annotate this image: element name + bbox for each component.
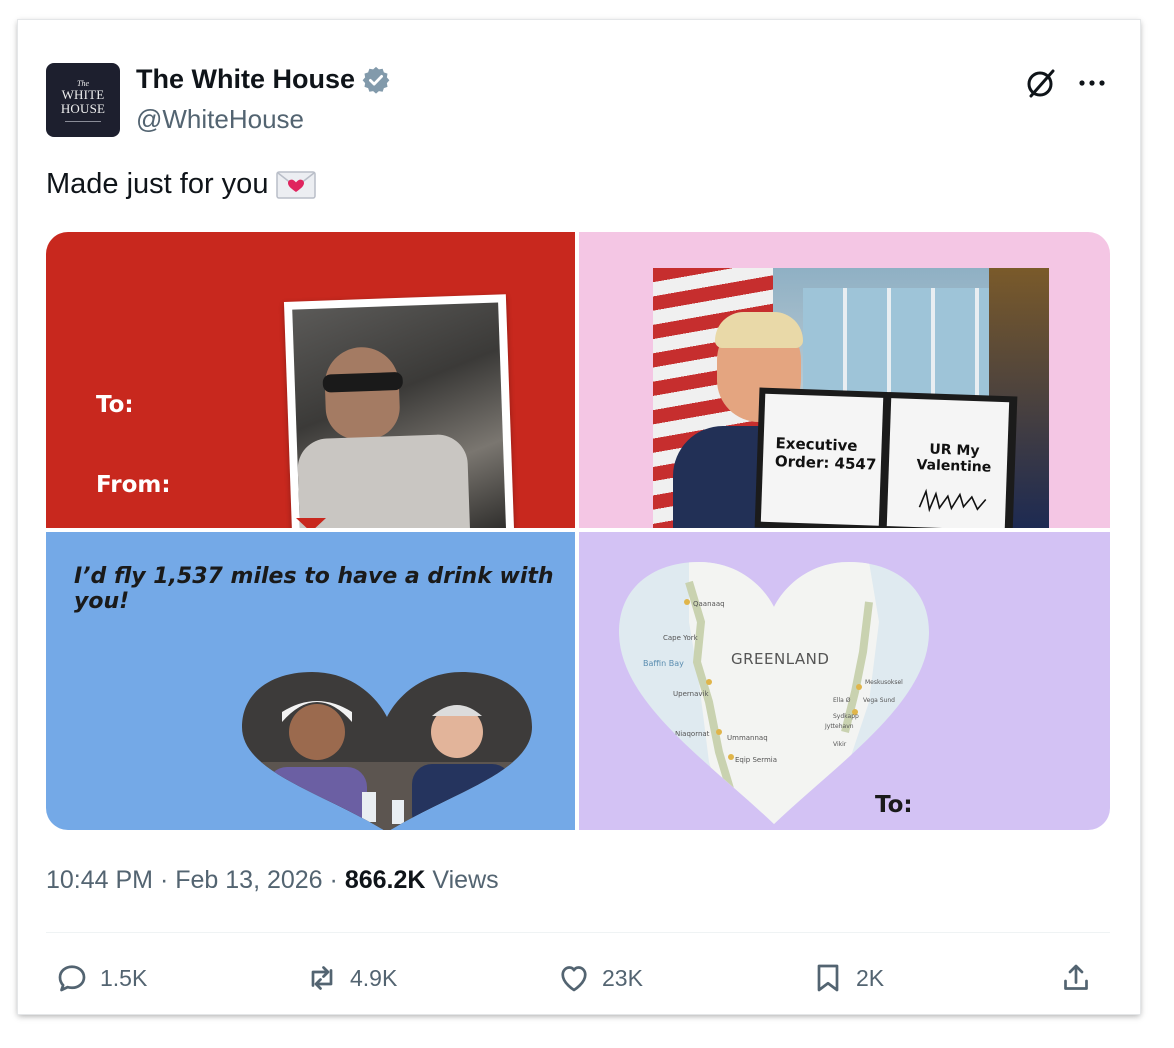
map-place-niaqornat: Niaqornat — [675, 730, 710, 738]
avatar-line-3: HOUSE — [60, 100, 106, 116]
author-name-row[interactable]: The White House — [136, 64, 391, 95]
reply-button[interactable]: 1.5K — [54, 960, 147, 996]
card1-photo-head — [323, 346, 401, 441]
card2-window — [803, 288, 1003, 398]
map-place-eqip-sermia: Eqip Sermia — [735, 756, 777, 764]
like-button[interactable]: 23K — [556, 960, 643, 996]
tweet-text-row: Made just for you — [46, 168, 317, 201]
card3-heart-photo — [242, 672, 532, 830]
map-place-qaanaaq: Qaanaaq — [693, 600, 725, 608]
avatar-line-2: WHITE — [61, 86, 105, 102]
card1-to-label: To: — [96, 392, 134, 418]
repost-button[interactable]: 4.9K — [304, 960, 397, 996]
card1-photo-goggles — [322, 371, 404, 393]
card1-photo-jacket — [296, 433, 471, 528]
card2-executive-order-text: Executive Order: 4547 — [774, 434, 877, 474]
valentine-card-4[interactable]: Baffin Bay Qaanaaq Cape York Upernavik N… — [579, 532, 1110, 830]
map-title: GREENLAND — [731, 650, 829, 668]
author-avatar[interactable]: The WHITE HOUSE — [46, 63, 120, 137]
card1-photo — [292, 302, 507, 528]
like-count: 23K — [602, 964, 643, 991]
card2-signature — [918, 488, 987, 513]
valentine-card-3[interactable]: I’d fly 1,537 miles to have a drink with… — [46, 532, 575, 830]
card2-page-left: Executive Order: 4547 — [760, 393, 884, 526]
bookmark-count: 2K — [856, 964, 885, 991]
card2-photo: Executive Order: 4547 UR My Valentine — [653, 268, 1049, 528]
map-place-ummannaq: Ummannaq — [727, 734, 768, 742]
share-icon — [1064, 964, 1088, 990]
valentine-card-2[interactable]: Executive Order: 4547 UR My Valentine — [579, 232, 1110, 528]
repost-count: 4.9K — [350, 964, 398, 991]
more-icon[interactable] — [1074, 66, 1110, 100]
tweet-text: Made just for you — [46, 168, 269, 200]
card2-folder: Executive Order: 4547 UR My Valentine — [754, 387, 1018, 528]
like-icon — [561, 966, 587, 992]
tweet-date[interactable]: Feb 13, 2026 — [175, 866, 322, 894]
map-place-cape-york: Cape York — [663, 634, 699, 642]
map-place-jyttehavn: Jyttehavn — [824, 723, 854, 730]
views-count: 866.2K — [344, 866, 426, 894]
card1-photo-frame — [283, 294, 515, 528]
action-divider — [46, 932, 1110, 933]
grok-icon[interactable] — [1024, 66, 1058, 100]
avatar-rule — [65, 120, 101, 122]
author-name[interactable]: The White House — [136, 64, 355, 95]
bookmark-button[interactable]: 2K — [810, 960, 884, 996]
valentine-card-1[interactable]: To: From: — [46, 232, 575, 528]
map-place-vikir: Vikir — [833, 741, 847, 748]
map-place-upernavik: Upernavik — [673, 690, 709, 698]
media-grid[interactable]: To: From: Executive Order: 4547 UR My Va… — [46, 232, 1110, 830]
card4-heart-map: Baffin Bay Qaanaaq Cape York Upernavik N… — [619, 562, 929, 824]
reply-count: 1.5K — [100, 964, 148, 991]
card2-valentine-text: UR My Valentine — [916, 441, 992, 476]
views-label: Views — [432, 866, 499, 894]
map-place-meskusoksel: Meskusoksel — [865, 679, 903, 686]
card2-page-right: UR My Valentine — [886, 398, 1010, 528]
card4-to-label: To: — [875, 792, 913, 818]
map-place-vega-sund: Vega Sund — [863, 697, 895, 704]
bookmark-icon — [817, 964, 839, 992]
love-letter-icon — [276, 170, 317, 199]
map-place-sydkapp: Sydkapp — [833, 713, 859, 720]
card1-heart-pointer — [296, 518, 326, 528]
repost-icon — [311, 966, 333, 990]
share-button[interactable] — [1058, 960, 1094, 996]
tweet-time[interactable]: 10:44 PM — [46, 866, 153, 894]
card3-headline: I’d fly 1,537 miles to have a drink with… — [74, 564, 554, 614]
card1-from-label: From: — [96, 472, 171, 498]
tweet-meta: 10:44 PM · Feb 13, 2026 · 866.2K Views — [46, 866, 499, 895]
verified-badge-icon — [362, 66, 390, 94]
tweet-card: The WHITE HOUSE The White House @WhiteHo… — [18, 20, 1140, 1014]
map-bay-label: Baffin Bay — [643, 659, 684, 668]
card2-person-hair — [715, 312, 803, 348]
author-handle[interactable]: @WhiteHouse — [136, 104, 304, 135]
reply-icon — [58, 965, 86, 992]
meta-separator-2: · — [329, 866, 345, 894]
map-place-ella: Ella Ø — [833, 697, 851, 704]
meta-separator-1: · — [159, 866, 176, 894]
